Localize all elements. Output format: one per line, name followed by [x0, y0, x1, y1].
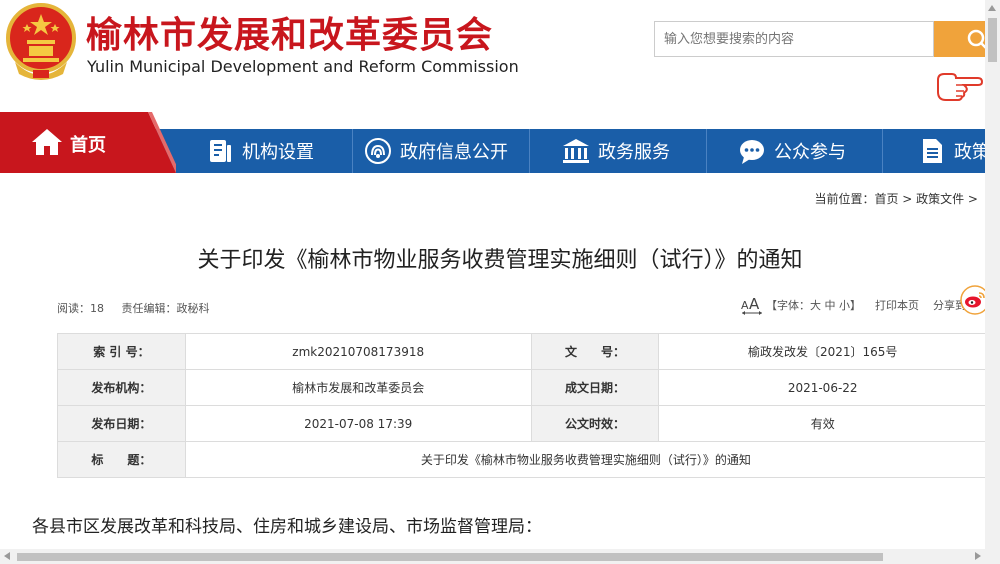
svg-text:A: A: [749, 295, 760, 313]
nav-item-policy[interactable]: 政策: [918, 129, 985, 173]
site-title: 榆林市发展和改革委员会: [86, 15, 494, 56]
info-key: 文 号：: [530, 333, 660, 370]
site-header: 榆林市发展和改革委员会 Yulin Municipal Development …: [0, 0, 1000, 110]
nav-divider: [352, 129, 353, 173]
nav-item-label: 政策: [954, 142, 985, 163]
search-box: [654, 21, 934, 57]
article-meta: 阅读：18 责任编辑：政秘科: [57, 300, 224, 316]
info-value: 有效: [658, 405, 987, 442]
document-info-table: 索 引 号： zmk20210708173918 文 号： 榆政发改发〔2021…: [57, 333, 988, 478]
table-row: 发布日期： 2021-07-08 17:39 公文时效： 有效: [57, 405, 987, 442]
svg-text:A: A: [741, 299, 749, 312]
info-key: 标 题：: [57, 441, 186, 478]
nav-item-public-participation[interactable]: 公众参与: [738, 129, 846, 173]
table-row: 发布机构： 榆林市发展和改革委员会 成文日期： 2021-06-22: [57, 369, 987, 406]
read-count: 阅读：18: [57, 302, 104, 315]
info-key: 公文时效：: [530, 405, 660, 442]
info-value: 2021-06-22: [658, 369, 987, 406]
article-body-first-line: 各县市区发展改革和科技局、住房和城乡建设局、市场监督管理局：: [32, 517, 542, 537]
nav-item-label: 机构设置: [242, 142, 314, 163]
info-key: 发布机构：: [57, 369, 186, 406]
info-value: 关于印发《榆林市物业服务收费管理实施细则（试行）》的通知: [184, 441, 988, 478]
article-title: 关于印发《榆林市物业服务收费管理实施细则（试行）》的通知: [197, 248, 803, 273]
nav-item-label: 政府信息公开: [400, 142, 508, 163]
nav-item-home[interactable]: 首页: [0, 112, 176, 173]
article-tools: A A 【字体：大 中 小】 打印本页 分享到：: [740, 294, 977, 316]
info-key: 成文日期：: [530, 369, 660, 406]
pointing-hand-icon: [937, 73, 984, 101]
nav-divider: [529, 129, 530, 173]
nav-item-label: 公众参与: [774, 142, 846, 163]
national-emblem-icon: [6, 3, 76, 80]
font-size-selector[interactable]: 【字体：大 中 小】: [766, 297, 861, 313]
nav-divider: [882, 129, 883, 173]
org-icon: [210, 140, 231, 162]
info-value: 榆政发改发〔2021〕165号: [658, 333, 987, 370]
nav-item-organization[interactable]: 机构设置: [206, 129, 314, 173]
document-icon: [923, 139, 942, 163]
table-row: 标 题： 关于印发《榆林市物业服务收费管理实施细则（试行）》的通知: [57, 441, 988, 478]
nav-item-gov-info[interactable]: 政府信息公开: [364, 129, 508, 173]
info-value: zmk20210708173918: [184, 333, 532, 370]
info-value: 榆林市发展和改革委员会: [184, 369, 532, 406]
table-row: 索 引 号： zmk20210708173918 文 号： 榆政发改发〔2021…: [57, 333, 987, 370]
info-key: 索 引 号：: [57, 333, 186, 370]
scroll-up-icon[interactable]: [988, 5, 996, 11]
info-key: 发布日期：: [57, 405, 186, 442]
vertical-scroll-thumb[interactable]: [988, 18, 997, 62]
breadcrumb: 当前位置：首页 > 政策文件 >: [814, 192, 978, 206]
horizontal-scrollbar[interactable]: [0, 549, 1000, 564]
main-nav: 首页 机构设置 政府信息公开 政务服务 公众参与 政策: [0, 112, 1000, 173]
nav-divider: [706, 129, 707, 173]
home-icon: [32, 129, 62, 155]
signal-icon: [365, 138, 391, 164]
site-title-english: Yulin Municipal Development and Reform C…: [87, 57, 519, 76]
print-link[interactable]: 打印本页: [875, 297, 919, 313]
scroll-left-icon[interactable]: [4, 552, 10, 560]
bank-icon: [563, 139, 589, 163]
search-input[interactable]: [655, 22, 933, 56]
chat-icon: [740, 140, 764, 164]
nav-item-label: 首页: [70, 135, 106, 156]
vertical-scrollbar[interactable]: [985, 0, 1000, 549]
nav-item-gov-service[interactable]: 政务服务: [562, 129, 670, 173]
info-value: 2021-07-08 17:39: [184, 405, 532, 442]
horizontal-scroll-thumb[interactable]: [17, 553, 883, 561]
font-size-icon: A A: [741, 295, 762, 315]
scroll-right-icon[interactable]: [975, 552, 981, 560]
responsible-editor: 责任编辑：政秘科: [121, 302, 210, 315]
nav-item-label: 政务服务: [598, 142, 670, 163]
